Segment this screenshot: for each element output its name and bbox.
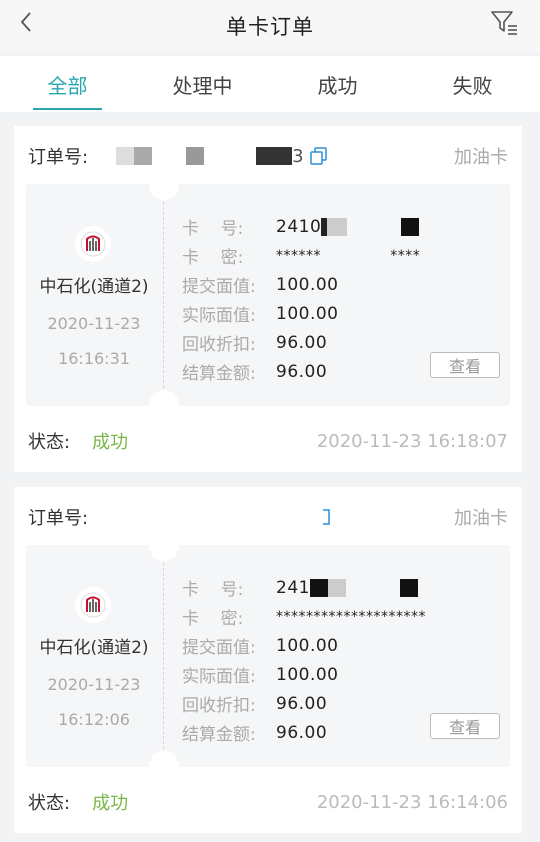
sinopec-logo-icon [75, 226, 111, 262]
status-badge: 成功 [92, 793, 129, 814]
tab-success[interactable]: 成功 [270, 56, 405, 112]
card-number-label: 卡 号: [182, 580, 244, 600]
card-password-label: 卡 密: [182, 609, 244, 629]
order-date: 2020-11-23 [47, 675, 141, 694]
order-card[interactable]: 订单号: 3 加油卡 中石化(通道2) 2020-11-23 16:16:31 … [14, 126, 522, 472]
tab-all[interactable]: 全部 [0, 56, 135, 112]
actual-value-label: 实际面值: [182, 306, 256, 326]
status-time: 2020-11-23 16:18:07 [316, 430, 508, 452]
discount-value: 96.00 [276, 693, 328, 714]
channel-name: 中石化(通道2) [39, 277, 149, 297]
card-password-value: ****** **** [276, 247, 421, 264]
submit-value-row: 提交面值: 100.00 [182, 270, 502, 299]
view-button[interactable]: 查看 [430, 352, 500, 378]
card-password-label: 卡 密: [182, 248, 244, 268]
redacted-block [327, 217, 348, 236]
settlement-label: 结算金额: [182, 364, 256, 384]
order-time: 16:12:06 [58, 710, 130, 729]
dashed-divider [163, 202, 164, 388]
redacted-block [98, 508, 309, 526]
discount-value: 96.00 [276, 332, 328, 353]
tab-processing[interactable]: 处理中 [135, 56, 270, 112]
tab-failed[interactable]: 失败 [405, 56, 540, 112]
order-card[interactable]: 订单号: 加油卡 中石化(通道2) 2020-11-23 16:12:06 卡 … [14, 487, 522, 833]
card-password-row: 卡 密: ****** **** [182, 241, 502, 270]
submit-value: 100.00 [276, 635, 339, 656]
card-number-row: 卡 号: 2410 [182, 212, 502, 241]
discount-label: 回收折扣: [182, 335, 256, 355]
view-button[interactable]: 查看 [430, 713, 500, 739]
order-number-label: 订单号: [28, 508, 89, 529]
submit-value-label: 提交面值: [182, 638, 256, 658]
order-number-row: 订单号: 3 加油卡 [28, 144, 508, 169]
filter-icon [491, 11, 517, 35]
order-number-value: 3 [292, 145, 305, 167]
status-tabs: 全部 处理中 成功 失败 [0, 56, 540, 112]
order-number-label: 订单号: [28, 147, 89, 168]
status-time: 2020-11-23 16:14:06 [316, 791, 508, 813]
redacted-block [116, 147, 135, 165]
redacted-block [401, 217, 420, 236]
redacted-block [327, 578, 346, 597]
actual-value-row: 实际面值: 100.00 [182, 299, 502, 328]
copy-icon[interactable] [312, 507, 332, 527]
back-button[interactable] [14, 10, 38, 34]
submit-value-label: 提交面值: [182, 277, 256, 297]
actual-value-label: 实际面值: [182, 667, 256, 687]
redacted-block [256, 147, 293, 165]
copy-icon[interactable] [309, 146, 329, 166]
chevron-left-icon [20, 12, 31, 32]
status-badge: 成功 [92, 432, 129, 453]
redacted-block [186, 147, 205, 165]
page-title: 单卡订单 [226, 15, 314, 39]
actual-value: 100.00 [276, 664, 339, 685]
channel-name: 中石化(通道2) [39, 638, 149, 658]
status-label: 状态: [28, 432, 71, 453]
redacted-block [309, 578, 328, 597]
redacted-block [134, 147, 153, 165]
nav-bar: 单卡订单 [0, 0, 540, 52]
card-type: 加油卡 [454, 508, 508, 529]
card-number-label: 卡 号: [182, 219, 244, 239]
submit-value-row: 提交面值: 100.00 [182, 631, 502, 660]
dashed-divider [163, 563, 164, 749]
redacted-block [399, 578, 418, 597]
sinopec-logo-icon [75, 587, 111, 623]
card-type: 加油卡 [454, 147, 508, 168]
card-password-value: ******************** [276, 608, 426, 625]
card-number-value: 2410 [276, 216, 322, 237]
settlement-value: 96.00 [276, 361, 328, 382]
actual-value: 100.00 [276, 303, 339, 324]
status-row: 状态: 成功 2020-11-23 16:14:06 [28, 789, 508, 815]
card-number-row: 卡 号: 241 [182, 573, 502, 602]
actual-value-row: 实际面值: 100.00 [182, 660, 502, 689]
card-number-value: 241 [276, 577, 310, 598]
order-number-row: 订单号: 加油卡 [28, 505, 508, 529]
status-row: 状态: 成功 2020-11-23 16:18:07 [28, 428, 508, 454]
order-date: 2020-11-23 [47, 314, 141, 333]
status-label: 状态: [28, 793, 71, 814]
order-detail-panel: 中石化(通道2) 2020-11-23 16:16:31 卡 号: 2410 卡… [26, 184, 510, 406]
order-detail-panel: 中石化(通道2) 2020-11-23 16:12:06 卡 号: 241 卡 … [26, 545, 510, 767]
discount-label: 回收折扣: [182, 696, 256, 716]
settlement-value: 96.00 [276, 722, 328, 743]
card-password-row: 卡 密: ******************** [182, 602, 502, 631]
settlement-label: 结算金额: [182, 725, 256, 745]
order-time: 16:16:31 [58, 349, 130, 368]
filter-button[interactable] [490, 9, 520, 37]
submit-value: 100.00 [276, 274, 339, 295]
